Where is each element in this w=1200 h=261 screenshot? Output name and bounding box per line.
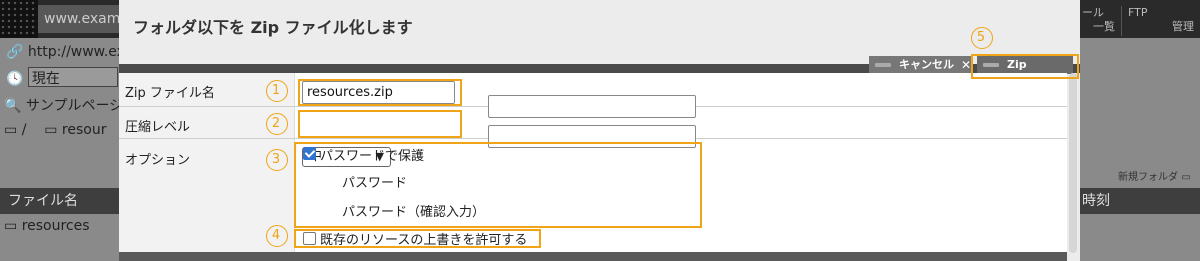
menu-ftp-bottom: 管理: [1172, 20, 1194, 33]
folder-icon: ▭: [4, 122, 18, 138]
now-row: 🕓 現在: [6, 67, 118, 87]
url-text: http://www.exa: [27, 44, 134, 60]
callout-4: 4: [266, 225, 288, 247]
file-name-cell: resources: [21, 218, 90, 234]
menu-ftp-top: FTP: [1128, 6, 1148, 19]
folder-icon: ▭: [1181, 172, 1191, 183]
highlight-password-options: [294, 142, 702, 228]
column-time[interactable]: 時刻: [1082, 188, 1110, 214]
dialog-scrollbar[interactable]: [1069, 73, 1077, 253]
breadcrumb: ▭ / ▭ resour: [4, 122, 106, 138]
highlight-zip-name: [298, 79, 462, 106]
folder-icon: ▭: [44, 122, 58, 138]
dialog-bottom-bar: [119, 252, 1067, 261]
url-row: 🔗 http://www.exa: [6, 44, 134, 60]
app-logo: [0, 0, 38, 38]
dialog-title: フォルダ以下を Zip ファイル化します: [133, 18, 413, 37]
highlight-overwrite: [294, 229, 541, 248]
button-handle-icon: [875, 63, 891, 67]
cancel-button[interactable]: キャンセル ✕: [869, 56, 973, 74]
sample-page-row: 🔍 サンプルページ: [4, 95, 123, 115]
breadcrumb-folder[interactable]: resour: [62, 122, 107, 138]
column-file-name[interactable]: ファイル名: [8, 188, 78, 214]
password-input[interactable]: [488, 95, 696, 118]
link-icon: 🔗: [6, 44, 24, 60]
highlight-compression-level: [298, 110, 462, 138]
callout-5: 5: [971, 27, 993, 49]
cancel-label: キャンセル: [899, 58, 954, 71]
new-folder-label: 新規フォルダ: [1118, 172, 1178, 183]
callout-3: 3: [266, 149, 288, 171]
menu-ftp[interactable]: FTP 管理: [1126, 6, 1200, 36]
new-folder-button[interactable]: 新規フォルダ ▭: [1080, 168, 1200, 186]
clock-icon: 🕓: [6, 71, 24, 87]
highlight-zip-button: [971, 54, 1079, 79]
breadcrumb-root[interactable]: /: [22, 122, 27, 138]
version-select[interactable]: 現在: [27, 67, 118, 87]
domain-tab[interactable]: www.example: [38, 5, 120, 33]
page-search-icon: 🔍: [4, 98, 22, 114]
menu-list[interactable]: ール 一覧: [1082, 6, 1122, 36]
close-icon[interactable]: ✕: [961, 56, 971, 74]
folder-icon: ▭: [4, 218, 18, 234]
callout-2: 2: [266, 113, 288, 135]
menu-list-top: ール: [1082, 6, 1104, 19]
callout-1: 1: [266, 80, 288, 102]
sample-page-title: サンプルページ: [25, 98, 124, 114]
menu-list-bottom: 一覧: [1093, 20, 1115, 33]
